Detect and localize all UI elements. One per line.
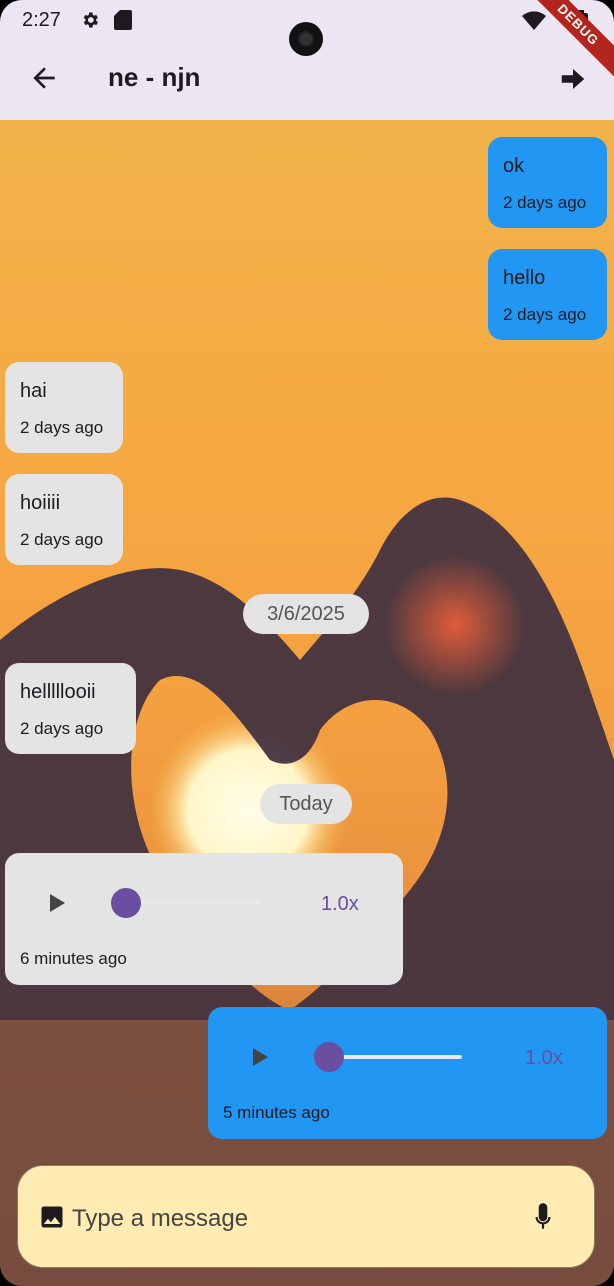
audio-seek-thumb[interactable] (314, 1042, 344, 1072)
settings-icon (83, 12, 98, 28)
message-time: 6 minutes ago (20, 949, 127, 968)
image-icon[interactable] (38, 1203, 66, 1231)
audio-progress-track[interactable] (329, 1055, 462, 1059)
message-bubble-received[interactable]: helllllooii 2 days ago (5, 663, 136, 754)
front-camera (289, 22, 323, 56)
message-text: hai (20, 380, 47, 402)
forward-arrow-icon[interactable] (558, 64, 588, 94)
message-bubble-received[interactable]: hoiiii 2 days ago (5, 474, 123, 565)
date-separator: Today (260, 784, 352, 824)
playback-speed-button[interactable]: 1.0x (525, 1047, 563, 1070)
playback-speed-button[interactable]: 1.0x (321, 893, 359, 916)
play-icon[interactable] (44, 891, 68, 915)
mic-icon[interactable] (530, 1201, 556, 1233)
wifi-icon (522, 11, 546, 30)
message-bubble-sent[interactable]: ok 2 days ago (488, 137, 607, 228)
lens-flare (385, 555, 525, 695)
play-icon[interactable] (247, 1045, 271, 1069)
message-time: 2 days ago (503, 193, 587, 212)
message-bubble-sent[interactable]: hello 2 days ago (488, 249, 607, 340)
message-time: 5 minutes ago (223, 1103, 330, 1122)
audio-progress-track[interactable] (126, 901, 261, 905)
message-time: 2 days ago (20, 418, 104, 437)
sd-card-icon (114, 10, 132, 30)
message-text: hello (503, 267, 546, 289)
message-input[interactable] (70, 1200, 474, 1238)
message-composer (17, 1165, 595, 1268)
message-time: 2 days ago (503, 305, 587, 324)
back-arrow-icon[interactable] (28, 62, 60, 94)
message-text: helllllooii (20, 681, 96, 703)
voice-message-received: 1.0x 6 minutes ago (5, 853, 403, 985)
message-bubble-received[interactable]: hai 2 days ago (5, 362, 123, 453)
phone-screen: 2:27 DEBUG ne - njn ok 2 days ago hello … (0, 0, 614, 1286)
message-text: hoiiii (20, 492, 61, 514)
date-separator: 3/6/2025 (243, 594, 369, 634)
message-text: ok (503, 155, 525, 177)
voice-message-sent: 1.0x 5 minutes ago (208, 1007, 607, 1139)
app-bar: 2:27 DEBUG ne - njn (0, 0, 614, 120)
audio-seek-thumb[interactable] (111, 888, 141, 918)
status-time: 2:27 (22, 9, 61, 31)
chat-background[interactable]: ok 2 days ago hello 2 days ago hai 2 day… (0, 120, 614, 1286)
message-time: 2 days ago (20, 530, 104, 549)
chat-title: ne - njn (108, 62, 201, 92)
message-time: 2 days ago (20, 719, 104, 738)
